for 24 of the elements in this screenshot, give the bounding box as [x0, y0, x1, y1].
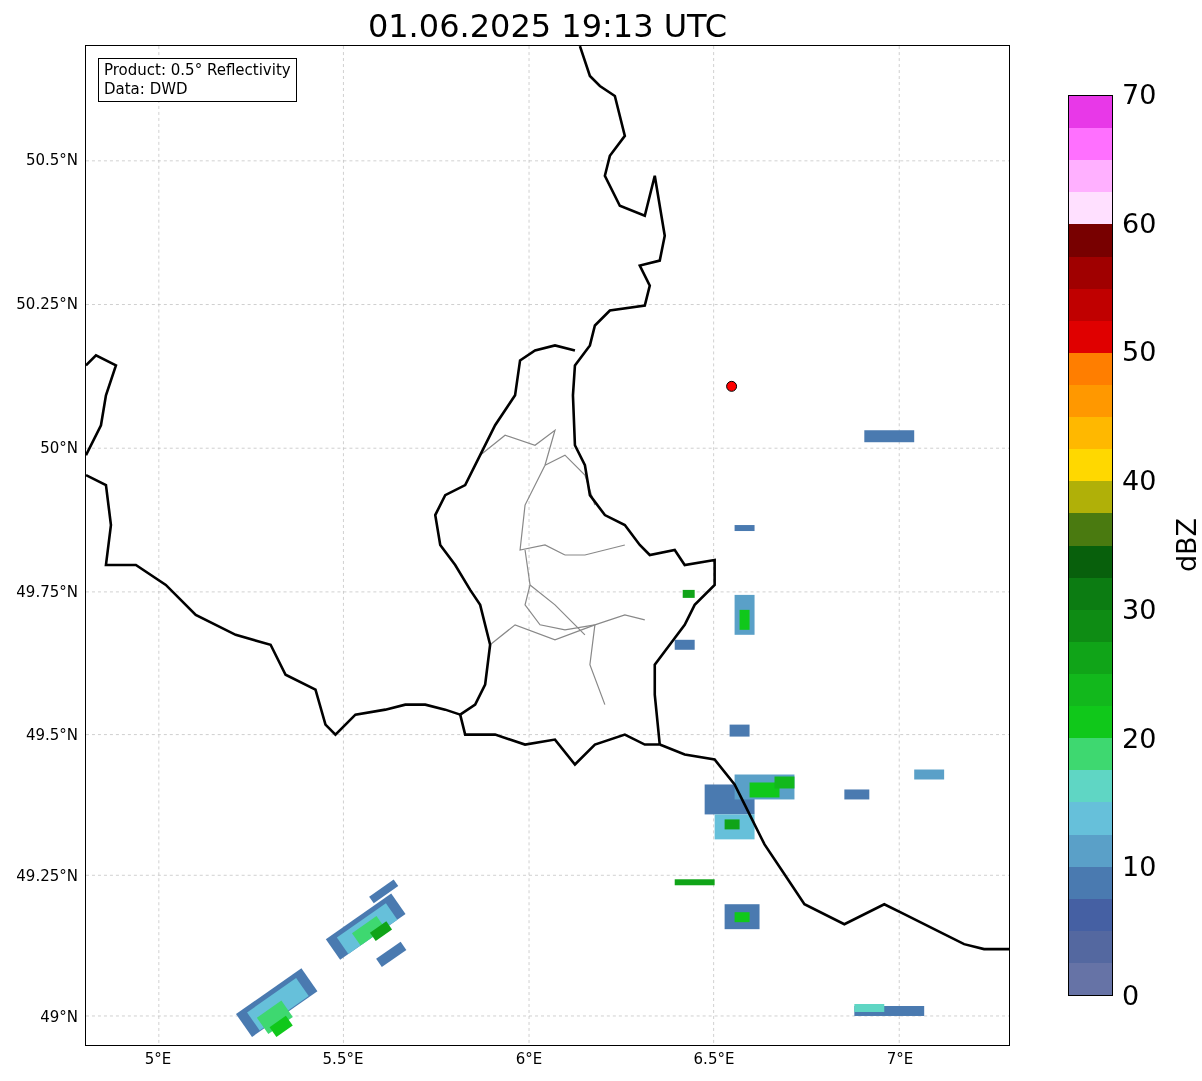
colorbar-tick-label: 60 [1122, 208, 1157, 239]
chart-title: 01.06.2025 19:13 UTC [366, 6, 729, 47]
colorbar-tick-label: 30 [1122, 594, 1157, 625]
colorbar-tick-label: 50 [1122, 337, 1157, 368]
y-tick-label: 50.25°N [16, 295, 78, 313]
legend-text: Data: DWD [104, 80, 189, 99]
y-tick-label: 49.75°N [16, 583, 78, 601]
colorbar-tick-label: 40 [1122, 466, 1157, 497]
y-tick-label: 49.25°N [16, 867, 78, 885]
y-tick-label: 49.5°N [25, 726, 78, 744]
x-tick-label: 6.5°E [693, 1050, 735, 1068]
colorbar-tick-label: 70 [1122, 80, 1157, 110]
y-tick-label: 50.5°N [25, 151, 78, 169]
colorbar-tick-label: 0 [1122, 981, 1140, 1011]
y-tick-label: 49°N [40, 1008, 78, 1026]
x-tick-label: 6°E [515, 1050, 543, 1068]
legend-text: Product: 0.5° Reflectivity [104, 61, 291, 80]
colorbar-tick-label: 10 [1122, 852, 1157, 883]
x-tick-label: 5.5°E [322, 1050, 364, 1068]
colorbar-label: dBZ [1172, 517, 1202, 573]
x-tick-label: 7°E [886, 1050, 914, 1068]
x-tick-label: 5°E [144, 1050, 172, 1068]
colorbar-tick-label: 20 [1122, 723, 1157, 754]
y-tick-label: 50°N [40, 439, 78, 457]
